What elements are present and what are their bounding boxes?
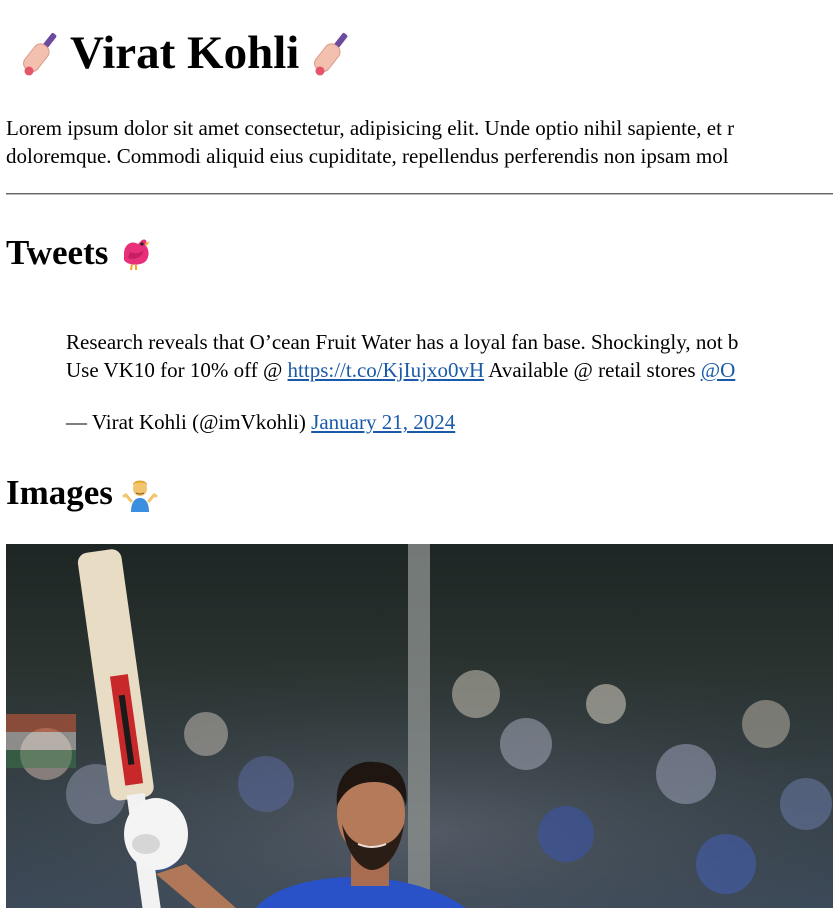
page: Virat Kohli Lorem ipsum dolor sit amet c… — [6, 0, 833, 908]
tweet-author: — Virat Kohli (@imVkohli) — [66, 410, 312, 434]
tweet-line-2-middle: Available @ retail stores — [484, 358, 701, 382]
images-heading-text: Images — [6, 473, 113, 512]
tweet-signature: — Virat Kohli (@imVkohli) January 21, 20… — [66, 408, 833, 436]
tweet-text: Research reveals that O’cean Fruit Water… — [66, 328, 833, 384]
page-title: Virat Kohli — [6, 24, 351, 82]
page-title-text: Virat Kohli — [70, 27, 300, 79]
bird-icon — [116, 234, 154, 272]
tweet-line-2-start: Use VK10 for 10% off @ — [66, 358, 288, 382]
tweets-heading-text: Tweets — [6, 233, 109, 272]
divider — [6, 193, 833, 195]
cricket-bat-icon — [311, 27, 351, 79]
images-heading: Images — [6, 472, 159, 514]
tweet-line-1: Research reveals that O’cean Fruit Water… — [66, 330, 739, 354]
kohli-photo — [6, 544, 833, 908]
tweet-short-link[interactable]: https://t.co/KjIujxo0vH — [288, 358, 485, 382]
tweets-heading: Tweets — [6, 232, 154, 274]
intro-line-2: doloremque. Commodi aliquid eius cupidit… — [6, 144, 729, 168]
intro-paragraph: Lorem ipsum dolor sit amet consectetur, … — [6, 114, 833, 170]
cricket-bat-icon — [20, 27, 60, 79]
intro-line-1: Lorem ipsum dolor sit amet consectetur, … — [6, 116, 735, 140]
tweet-mention-link[interactable]: @O — [701, 358, 736, 382]
tweet-embed: Research reveals that O’cean Fruit Water… — [66, 328, 833, 436]
tweet-date-link[interactable]: January 21, 2024 — [311, 410, 455, 434]
person-shrugging-icon — [121, 474, 159, 512]
